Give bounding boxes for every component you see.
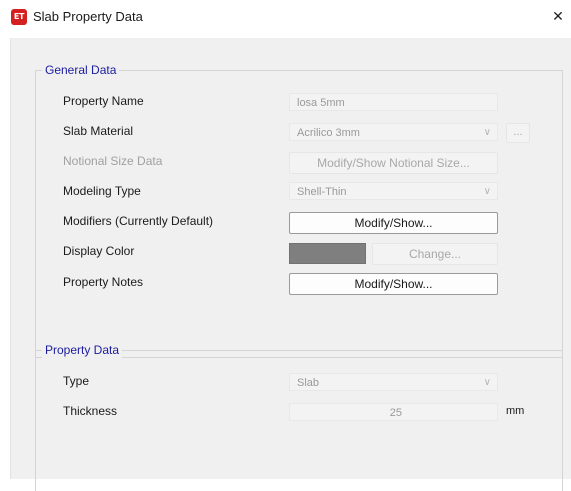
modify-notional-size-button[interactable]: Modify/Show Notional Size...	[289, 152, 498, 174]
property-name-field[interactable]: losa 5mm	[289, 93, 498, 111]
window-title: Slab Property Data	[33, 9, 143, 24]
general-data-caption: General Data	[42, 62, 120, 78]
display-color-label: Display Color	[63, 244, 135, 258]
slab-material-label: Slab Material	[63, 124, 134, 138]
thickness-unit: mm	[506, 405, 525, 417]
close-icon: ✕	[552, 9, 564, 25]
close-button[interactable]: ✕	[545, 4, 571, 30]
change-color-button[interactable]: Change...	[372, 243, 498, 265]
thickness-label: Thickness	[63, 404, 118, 418]
chevron-down-icon: ∨	[483, 377, 491, 388]
general-data-group: General Data Property Name losa 5mm Slab…	[35, 62, 563, 358]
thickness-field[interactable]: 25	[289, 403, 498, 421]
chevron-down-icon: ∨	[483, 127, 491, 138]
property-data-group: Property Data Type Slab ∨ Thickness 25 m…	[35, 342, 563, 491]
display-color-swatch	[289, 243, 366, 264]
chevron-down-icon: ∨	[483, 186, 491, 197]
modifiers-label: Modifiers (Currently Default)	[63, 214, 214, 228]
property-notes-modify-show-button[interactable]: Modify/Show...	[289, 273, 498, 295]
modifiers-modify-show-button[interactable]: Modify/Show...	[289, 212, 498, 234]
slab-material-value: Acrilico 3mm	[297, 127, 360, 139]
modeling-type-label: Modeling Type	[63, 184, 141, 198]
type-label: Type	[63, 374, 90, 388]
notional-size-label: Notional Size Data	[63, 154, 163, 168]
thickness-value: 25	[389, 407, 402, 419]
type-dropdown[interactable]: Slab ∨	[289, 373, 498, 391]
modeling-type-dropdown[interactable]: Shell-Thin ∨	[289, 182, 498, 200]
property-data-caption: Property Data	[42, 342, 123, 358]
type-value: Slab	[297, 377, 320, 389]
property-name-label: Property Name	[63, 94, 144, 108]
etabs-app-icon: ET	[11, 9, 27, 25]
title-bar: ET Slab Property Data ✕	[0, 0, 571, 36]
slab-material-ellipsis-button[interactable]: ...	[506, 123, 530, 143]
slab-material-dropdown[interactable]: Acrilico 3mm ∨	[289, 123, 498, 141]
modeling-type-value: Shell-Thin	[297, 186, 347, 198]
property-name-value: losa 5mm	[297, 97, 345, 109]
dialog-body: General Data Property Name losa 5mm Slab…	[10, 38, 571, 491]
property-notes-label: Property Notes	[63, 275, 144, 289]
